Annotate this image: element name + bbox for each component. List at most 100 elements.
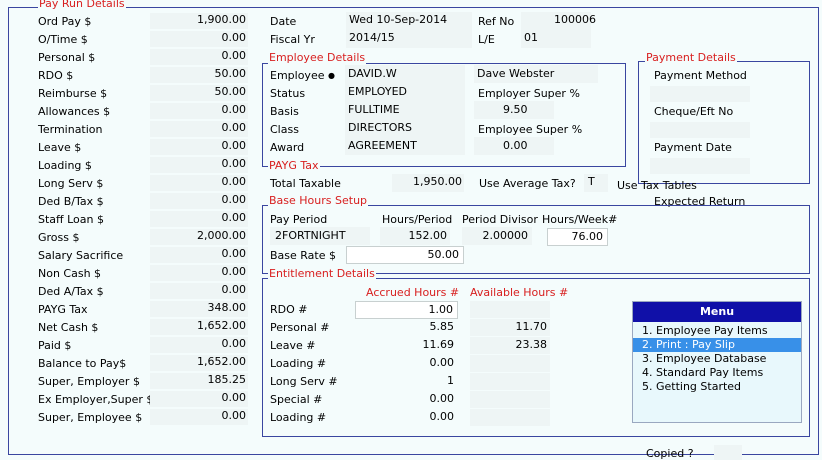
pay-period-label: Pay Period bbox=[270, 213, 328, 226]
average-tax-label: Use Average Tax? bbox=[479, 177, 576, 190]
available-hours-field bbox=[470, 373, 550, 390]
left-list-value: 348.00 bbox=[207, 301, 247, 314]
left-list-label: Non Cash $ bbox=[38, 267, 102, 280]
payment-date-field[interactable] bbox=[650, 158, 750, 174]
left-list-label: Balance to Pay$ bbox=[38, 357, 127, 370]
left-list-label: Ded B/Tax $ bbox=[38, 195, 104, 208]
pay-run-details-title: Pay Run Details bbox=[38, 0, 126, 10]
employee-super-label: Employee Super % bbox=[478, 123, 583, 136]
hours-week-label: Hours/Week# bbox=[542, 213, 618, 226]
left-list-label: Super, Employee $ bbox=[38, 411, 143, 424]
accrued-hours-value[interactable]: 1.00 bbox=[355, 301, 458, 319]
award-label: Award bbox=[270, 141, 305, 154]
left-list-value: 0.00 bbox=[221, 283, 247, 296]
basis-value: FULLTIME bbox=[348, 103, 400, 116]
le-value: 01 bbox=[524, 31, 538, 44]
average-tax-value: T bbox=[588, 175, 595, 188]
payment-method-field[interactable] bbox=[650, 86, 750, 102]
menu-title: Menu bbox=[633, 302, 801, 322]
menu-item[interactable]: 2. Print : Pay Slip bbox=[633, 338, 801, 352]
left-list-label: Paid $ bbox=[38, 339, 72, 352]
entitlement-row-label: Long Serv # bbox=[270, 375, 338, 388]
payment-date-label: Payment Date bbox=[654, 141, 732, 154]
fiscal-year-value: 2014/15 bbox=[349, 31, 395, 44]
left-list-value: 50.00 bbox=[214, 67, 247, 80]
left-list-label: Super, Employer $ bbox=[38, 375, 140, 388]
entitlement-row-label: Personal # bbox=[270, 321, 330, 334]
employee-name-value: Dave Webster bbox=[477, 67, 555, 80]
left-list-label: Allowances $ bbox=[38, 105, 111, 118]
left-list-label: Loading $ bbox=[38, 159, 92, 172]
available-hours-header: Available Hours # bbox=[470, 286, 569, 299]
left-list-value: 0.00 bbox=[221, 103, 247, 116]
left-list-value: 0.00 bbox=[221, 139, 247, 152]
entitlement-row-label: Leave # bbox=[270, 339, 316, 352]
cheque-eft-field[interactable] bbox=[650, 122, 750, 138]
class-value: DIRECTORS bbox=[348, 121, 412, 134]
available-hours-value: 23.38 bbox=[515, 338, 548, 351]
status-value: EMPLOYED bbox=[348, 85, 408, 98]
class-label: Class bbox=[270, 123, 299, 136]
accrued-hours-value: 0.00 bbox=[429, 410, 455, 423]
left-list-value: 0.00 bbox=[221, 337, 247, 350]
left-list-value: 0.00 bbox=[221, 175, 247, 188]
left-list-value: 2,000.00 bbox=[197, 229, 246, 242]
menu-item[interactable]: 3. Employee Database bbox=[633, 352, 801, 366]
left-list-value: 0.00 bbox=[221, 49, 247, 62]
accrued-hours-header: Accrued Hours # bbox=[366, 286, 460, 299]
left-list-value: 0.00 bbox=[221, 157, 247, 170]
available-hours-field bbox=[470, 409, 550, 426]
pay-period-value: 2FORTNIGHT bbox=[275, 229, 346, 242]
left-list-value: 1,652.00 bbox=[197, 355, 246, 368]
left-list-label: O/Time $ bbox=[38, 33, 88, 46]
left-list-label: Ord Pay $ bbox=[38, 15, 92, 28]
available-hours-field bbox=[470, 355, 550, 372]
left-list-value: 0.00 bbox=[221, 391, 247, 404]
payg-tax-title: PAYG Tax bbox=[268, 159, 320, 172]
period-divisor-label: Period Divisor bbox=[462, 213, 538, 226]
employee-super-value: 0.00 bbox=[503, 139, 528, 152]
cheque-eft-label: Cheque/Eft No bbox=[654, 105, 734, 118]
payment-method-label: Payment Method bbox=[654, 69, 747, 82]
le-label: L/E bbox=[478, 33, 495, 46]
hours-week-input[interactable]: 76.00 bbox=[547, 228, 608, 246]
left-list-label: Leave $ bbox=[38, 141, 82, 154]
left-list-label: Termination bbox=[38, 123, 103, 136]
accrued-hours-value: 0.00 bbox=[429, 356, 455, 369]
menu-panel: Menu 1. Employee Pay Items 2. Print : Pay… bbox=[632, 301, 802, 423]
ref-no-value: 100006 bbox=[554, 13, 596, 26]
left-list-value: 0.00 bbox=[221, 211, 247, 224]
left-list-label: Ded A/Tax $ bbox=[38, 285, 104, 298]
base-rate-input[interactable]: 50.00 bbox=[346, 246, 464, 264]
left-list-label: Net Cash $ bbox=[38, 321, 99, 334]
left-list-label: RDO $ bbox=[38, 69, 74, 82]
left-list-value: 50.00 bbox=[214, 85, 247, 98]
left-list-label: Salary Sacrifice bbox=[38, 249, 124, 262]
left-list-label: PAYG Tax bbox=[38, 303, 88, 316]
available-hours-field bbox=[470, 301, 550, 318]
award-value: AGREEMENT bbox=[348, 139, 417, 152]
entitlement-row-label: RDO # bbox=[270, 303, 308, 316]
accrued-hours-value: 5.85 bbox=[429, 320, 455, 333]
left-list-value: 0.00 bbox=[221, 247, 247, 260]
left-list-value: 0.00 bbox=[221, 409, 247, 422]
period-divisor-value: 2.00000 bbox=[482, 229, 529, 242]
left-list-label: Staff Loan $ bbox=[38, 213, 104, 226]
left-list-label: Long Serv $ bbox=[38, 177, 104, 190]
payment-details-title: Payment Details bbox=[645, 51, 737, 64]
employee-label: Employee ● bbox=[270, 69, 335, 82]
copied-field[interactable] bbox=[714, 445, 742, 460]
left-list-value: 0.00 bbox=[221, 121, 247, 134]
menu-item[interactable]: 4. Standard Pay Items bbox=[633, 366, 801, 380]
left-list-label: Reimburse $ bbox=[38, 87, 108, 100]
left-list-value: 1,652.00 bbox=[197, 319, 246, 332]
status-label: Status bbox=[270, 87, 306, 100]
menu-item[interactable]: 5. Getting Started bbox=[633, 380, 801, 394]
total-taxable-label: Total Taxable bbox=[270, 177, 341, 190]
left-list-label: Personal $ bbox=[38, 51, 96, 64]
left-list-value: 0.00 bbox=[221, 31, 247, 44]
employee-details-title: Employee Details bbox=[268, 51, 367, 64]
tax-tables-label: Use Tax Tables bbox=[617, 179, 697, 192]
menu-item[interactable]: 1. Employee Pay Items bbox=[633, 324, 801, 338]
left-list-label: Ex Employer,Super $ bbox=[38, 393, 154, 406]
